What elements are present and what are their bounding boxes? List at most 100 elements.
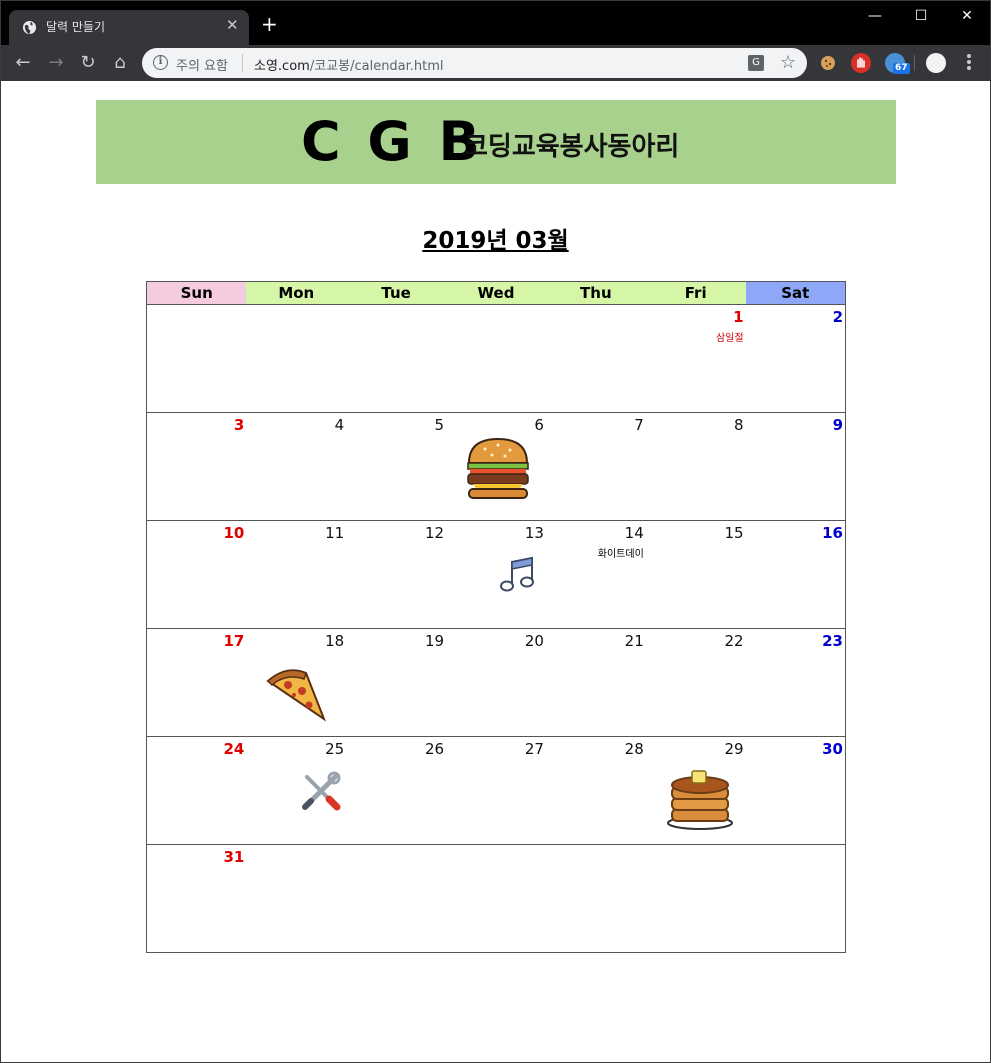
day-number: 16 [822,524,843,542]
calendar-body: 1 삼일절 2 3 4 5 6 7 8 9 10 11 12 13 14 화이트데이 15 16 17 18 19 20 2… [146,304,846,953]
translate-icon[interactable]: G [748,55,764,71]
day-number: 21 [624,632,644,650]
calendar-day-cell: 5 [346,412,447,521]
month-title-text: 2019년 03월 [422,228,569,254]
day-number: 24 [223,740,245,758]
calendar-week-row: 3 4 5 6 7 8 9 [146,412,846,521]
calendar-day-cell: 23 [745,628,846,737]
day-number: 18 [325,632,345,650]
weekday-header-row: Sun Mon Tue Wed Thu Fri Sat [146,281,846,305]
calendar-week-row: 1 삼일절 2 [146,304,846,413]
calendar-day-cell: 16 [745,520,846,629]
calendar-day-cell: 10 [146,520,247,629]
toolbar-separator [914,55,915,71]
calendar-day-cell [346,304,447,413]
day-number: 20 [524,632,544,650]
forward-arrow-icon[interactable]: → [45,52,67,74]
day-note: 화이트데이 [597,549,644,560]
calendar-day-cell: 8 [645,412,746,521]
calendar-day-cell: 19 [346,628,447,737]
day-number: 4 [334,416,345,434]
day-number: 9 [832,416,843,434]
calendar-day-cell: 31 [147,845,247,953]
day-number: 2 [832,308,843,326]
url-path: /코교봉/calendar.html [309,59,444,74]
window-close-icon[interactable]: ✕ [944,1,990,31]
calendar-day-cell: 15 [645,520,746,629]
calendar-day-cell: 26 [346,736,447,845]
maximize-icon[interactable]: ☐ [898,1,944,31]
calendar-table: Sun Mon Tue Wed Thu Fri Sat 1 삼일절 2 3 4 5 6 7 8 9… [146,281,846,953]
calendar-day-cell [246,845,346,953]
calendar-day-cell: 30 [745,736,846,845]
day-number: 15 [724,524,744,542]
calendar-week-row: 17 18 19 20 21 22 23 [146,628,846,737]
day-number: 17 [223,632,245,650]
day-number: 26 [424,740,445,758]
month-title: 2019년 03월 [1,221,990,255]
cgb-banner: C G B 코딩교육봉사동아리 [96,100,896,184]
extension-badge-icon[interactable]: 67 [885,53,910,74]
calendar-day-cell: 28 [545,736,646,845]
day-number: 31 [223,848,245,866]
calendar-day-cell: 14 화이트데이 [545,520,646,629]
day-number: 13 [524,524,544,542]
banner-logo-text: C G B [301,110,484,173]
address-bar[interactable]: i 주의 요함 소영.com/코교봉/calendar.html G ☆ [142,48,807,78]
cookie-extension-icon[interactable] [818,53,838,73]
hamburger-icon [465,435,531,505]
day-number: 8 [734,416,744,434]
day-number: 7 [634,416,644,434]
browser-tab[interactable]: 달력 만들기 ✕ [9,10,249,45]
bookmark-star-icon[interactable]: ☆ [780,52,796,73]
info-icon[interactable]: i [153,55,168,70]
title-bar: 달력 만들기 ✕ + — ☐ ✕ [1,1,990,45]
calendar-day-cell: 29 [645,736,746,845]
music-note-icon [500,555,538,597]
calendar-day-cell: 22 [645,628,746,737]
calendar-day-cell [346,845,446,953]
calendar-day-cell: 18 [246,628,347,737]
extension-badge-count: 67 [893,63,910,74]
calendar-day-cell: 25 [246,736,347,845]
calendar-day-cell: 20 [446,628,546,737]
calendar-day-cell: 13 [446,520,546,629]
calendar-day-cell [146,304,247,413]
adblock-hand-icon[interactable] [851,53,871,73]
calendar-day-cell: 1 삼일절 [645,304,746,413]
day-number: 5 [434,416,445,434]
day-number: 6 [534,416,544,434]
day-number: 28 [624,740,644,758]
calendar-day-cell: 27 [446,736,546,845]
minimize-icon[interactable]: — [852,1,898,31]
calendar-week-row: 24 25 26 27 28 29 30 [146,736,846,845]
calendar-day-cell: 9 [745,412,846,521]
day-number: 10 [223,524,245,542]
weekday-header-tue: Tue [346,281,447,305]
calendar-day-cell: 7 [545,412,646,521]
day-number: 14 [624,524,644,542]
calendar-day-cell [246,304,347,413]
browser-toolbar: ← → ↻ ⌂ i 주의 요함 소영.com/코교봉/calendar.html… [1,45,990,81]
globe-icon [22,20,37,35]
day-number: 29 [724,740,744,758]
home-icon[interactable]: ⌂ [109,52,131,74]
calendar-day-cell [646,845,746,953]
new-tab-icon[interactable]: + [261,14,278,34]
weekday-header-wed: Wed [446,281,546,305]
profile-avatar[interactable] [926,53,946,73]
day-number: 1 [733,308,744,326]
security-warning[interactable]: 주의 요함 [176,55,228,74]
calendar-day-cell [545,304,646,413]
weekday-header-fri: Fri [645,281,746,305]
reload-icon[interactable]: ↻ [77,52,99,74]
day-number: 12 [424,524,445,542]
kebab-menu-icon[interactable] [961,52,977,74]
weekday-header-thu: Thu [545,281,646,305]
calendar-day-cell [446,304,546,413]
back-arrow-icon[interactable]: ← [12,52,34,74]
calendar-day-cell [446,845,546,953]
close-tab-icon[interactable]: ✕ [226,16,239,34]
calendar-day-cell: 17 [146,628,247,737]
url-text[interactable]: 소영.com/코교봉/calendar.html [254,55,444,74]
